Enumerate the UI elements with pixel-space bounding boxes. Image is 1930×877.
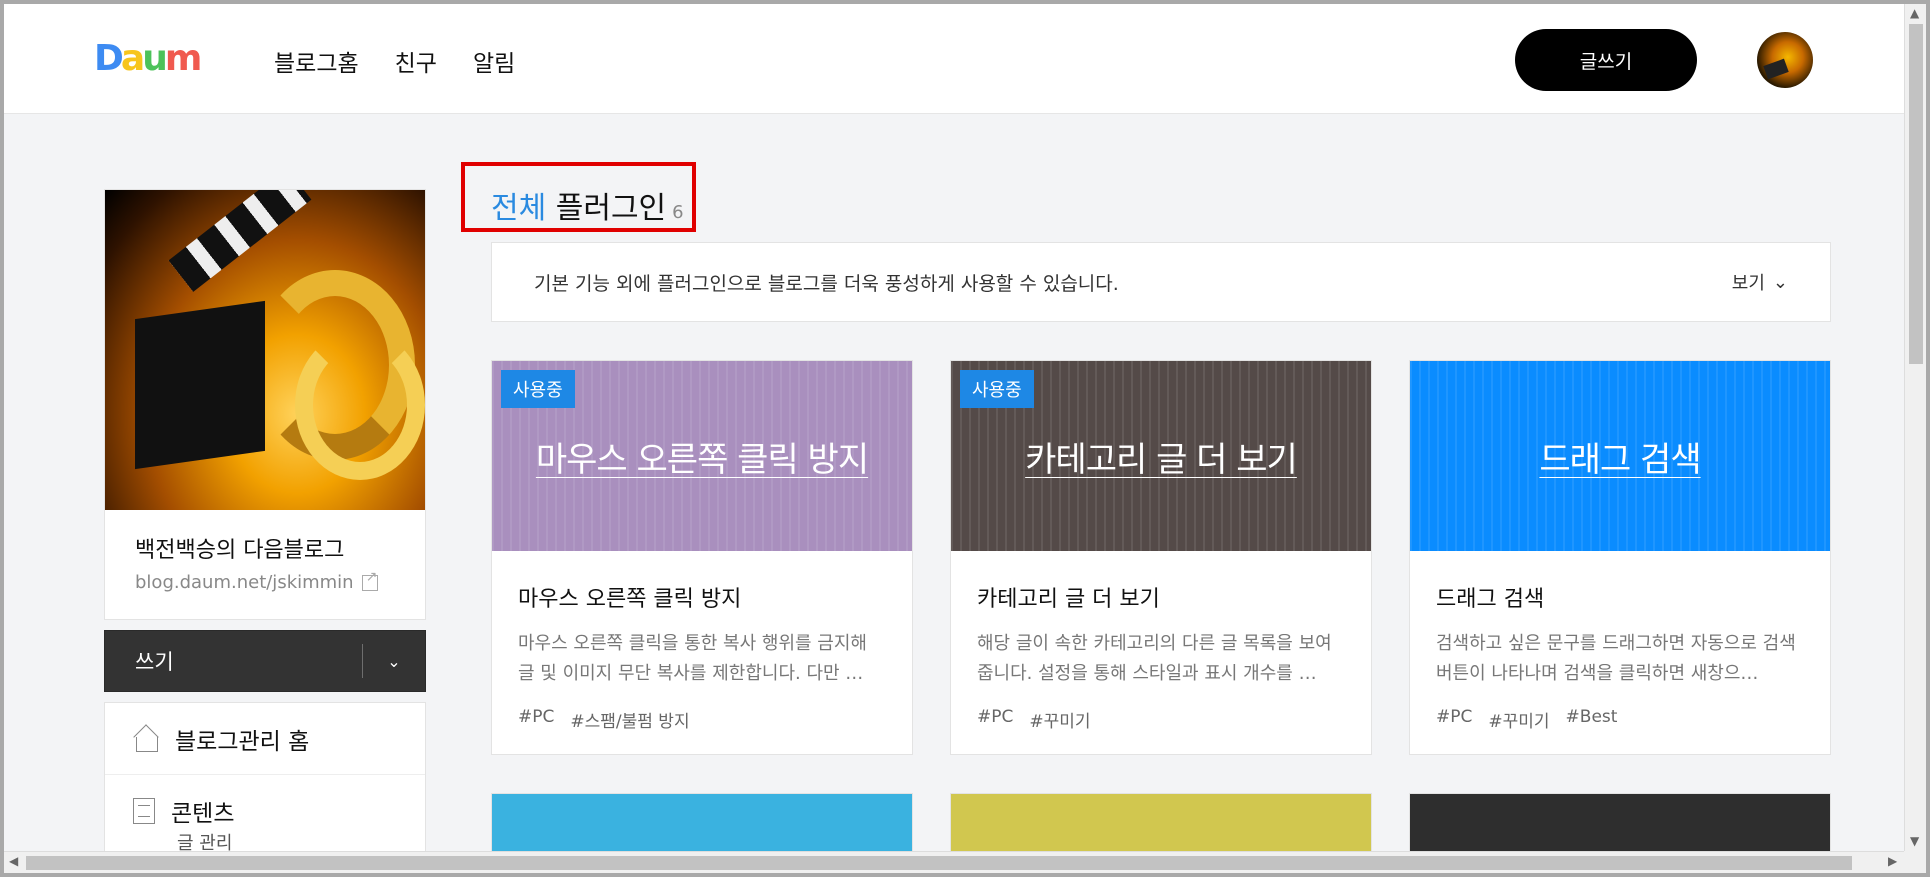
chevron-down-icon[interactable]: ⌄ [363,652,425,671]
tag-list: #PC #스팸/불펌 방지 [518,707,886,732]
card-description: 검색하고 싶은 문구를 드래그하면 자동으로 검색 버튼이 나타나며 검색을 클… [1436,633,1796,684]
write-split-button: 쓰기 ⌄ [104,630,426,692]
external-link-icon [361,569,378,591]
scrollbar-corner [1904,851,1926,873]
nav-friends[interactable]: 친구 [395,44,437,78]
blog-profile-image[interactable] [105,190,425,510]
user-avatar[interactable] [1757,32,1813,88]
submenu-post-management[interactable]: 글 관리 [105,829,425,851]
sidebar: 백전백승의 다음블로그 blog.daum.net/jskimmin 쓰기 ⌄ … [104,189,426,851]
scroll-left-icon[interactable]: ◀ [9,854,18,868]
plugin-card[interactable]: 사용중 카테고리 글 더 보기 카테고리 글 더 보기 해당 글이 속한 카테고… [950,360,1372,755]
card-body: 카테고리 글 더 보기 해당 글이 속한 카테고리의 다른 글 목록을 보여줍니… [951,551,1371,762]
horizontal-scroll-thumb[interactable] [26,856,1852,870]
thumbnail-title: 마우스 오른쪽 클릭 방지 [535,439,869,480]
top-header: Daum 블로그홈 친구 알림 글쓰기 [4,4,1904,114]
document-icon [133,798,155,824]
tag[interactable]: #꾸미기 [1029,707,1090,732]
tag[interactable]: #PC [518,707,554,732]
in-use-badge: 사용중 [960,370,1034,408]
card-thumbnail [1410,794,1830,851]
daum-logo[interactable]: Daum [94,38,202,79]
view-label: 보기 [1731,273,1765,294]
in-use-badge: 사용중 [501,370,575,408]
profile-info: 백전백승의 다음블로그 blog.daum.net/jskimmin [105,510,425,619]
nav-notifications[interactable]: 알림 [473,44,515,78]
horizontal-scrollbar[interactable]: ◀ ▶ [4,851,1904,873]
title-filter-all[interactable]: 전체 [491,191,546,226]
blog-name[interactable]: 백전백승의 다음블로그 [135,532,395,564]
card-thumbnail [492,794,912,851]
plugin-card[interactable] [491,793,913,851]
card-title: 드래그 검색 [1436,587,1545,612]
card-thumbnail: 드래그 검색 [1410,361,1830,551]
plugin-count: 6 [672,202,684,223]
card-thumbnail [951,794,1371,851]
view-dropdown[interactable]: 보기 ⌄ [1732,269,1788,295]
vertical-scroll-thumb[interactable] [1909,24,1923,364]
scroll-right-icon[interactable]: ▶ [1888,854,1897,868]
blog-url-link[interactable]: blog.daum.net/jskimmin [135,569,395,593]
write-button[interactable]: 쓰기 [105,646,362,676]
tag[interactable]: #꾸미기 [1488,707,1549,732]
card-thumbnail: 사용중 마우스 오른쪽 클릭 방지 [492,361,912,551]
page-title: 전체 플러그인 6 [461,162,1831,234]
tag-list: #PC #꾸미기 #Best [1436,707,1804,732]
plugin-card[interactable]: 사용중 마우스 오른쪽 클릭 방지 마우스 오른쪽 클릭 방지 마우스 오른쪽 … [491,360,913,755]
home-icon [133,726,159,752]
plugin-grid: 사용중 마우스 오른쪽 클릭 방지 마우스 오른쪽 클릭 방지 마우스 오른쪽 … [491,360,1831,851]
scroll-down-icon[interactable]: ▼ [1910,834,1919,848]
card-title: 마우스 오른쪽 클릭 방지 [518,587,742,612]
menu-item-admin-home[interactable]: 블로그관리 홈 [105,703,425,775]
plugin-card[interactable] [950,793,1372,851]
card-body: 마우스 오른쪽 클릭 방지 마우스 오른쪽 클릭을 통한 복사 행위를 금지해 … [492,551,912,762]
menu-item-label: 블로그관리 홈 [175,728,310,755]
plugin-main: 전체 플러그인 6 기본 기능 외에 플러그인으로 블로그를 더욱 풍성하게 사용… [461,162,1831,851]
chevron-down-icon: ⌄ [1772,271,1788,293]
write-post-button[interactable]: 글쓰기 [1515,29,1697,91]
card-thumbnail: 사용중 카테고리 글 더 보기 [951,361,1371,551]
thumbnail-title: 드래그 검색 [1539,439,1701,480]
card-title: 카테고리 글 더 보기 [977,587,1160,612]
tag[interactable]: #스팸/불펌 방지 [570,707,689,732]
profile-card: 백전백승의 다음블로그 blog.daum.net/jskimmin [104,189,426,620]
card-description: 마우스 오른쪽 클릭을 통한 복사 행위를 금지해 글 및 이미지 무단 복사를… [518,633,867,684]
menu-item-label: 콘텐츠 [171,801,235,827]
vertical-scrollbar[interactable]: ▲ ▼ [1904,4,1926,851]
card-description: 해당 글이 속한 카테고리의 다른 글 목록을 보여줍니다. 설정을 통해 스타… [977,633,1332,684]
tag[interactable]: #Best [1566,707,1618,732]
blog-url-text: blog.daum.net/jskimmin [135,572,354,593]
card-body: 드래그 검색 검색하고 싶은 문구를 드래그하면 자동으로 검색 버튼이 나타나… [1410,551,1830,762]
tag[interactable]: #PC [977,707,1013,732]
main-nav: 블로그홈 친구 알림 [274,44,515,78]
description-text: 기본 기능 외에 플러그인으로 블로그를 더욱 풍성하게 사용할 수 있습니다. [534,272,1119,295]
plugin-card[interactable]: 드래그 검색 드래그 검색 검색하고 싶은 문구를 드래그하면 자동으로 검색 … [1409,360,1831,755]
title-plugins: 플러그인 [546,191,667,226]
scroll-up-icon[interactable]: ▲ [1910,6,1919,20]
tag-list: #PC #꾸미기 [977,707,1345,732]
description-bar: 기본 기능 외에 플러그인으로 블로그를 더욱 풍성하게 사용할 수 있습니다.… [491,242,1831,322]
plugin-card[interactable] [1409,793,1831,851]
browser-viewport: Daum 블로그홈 친구 알림 글쓰기 백전백승의 다음블로그 blog.dau… [4,4,1904,851]
nav-blog-home[interactable]: 블로그홈 [274,44,359,78]
tag[interactable]: #PC [1436,707,1472,732]
thumbnail-title: 카테고리 글 더 보기 [1025,439,1298,480]
admin-menu: 블로그관리 홈 콘텐츠 글 관리 [104,702,426,851]
